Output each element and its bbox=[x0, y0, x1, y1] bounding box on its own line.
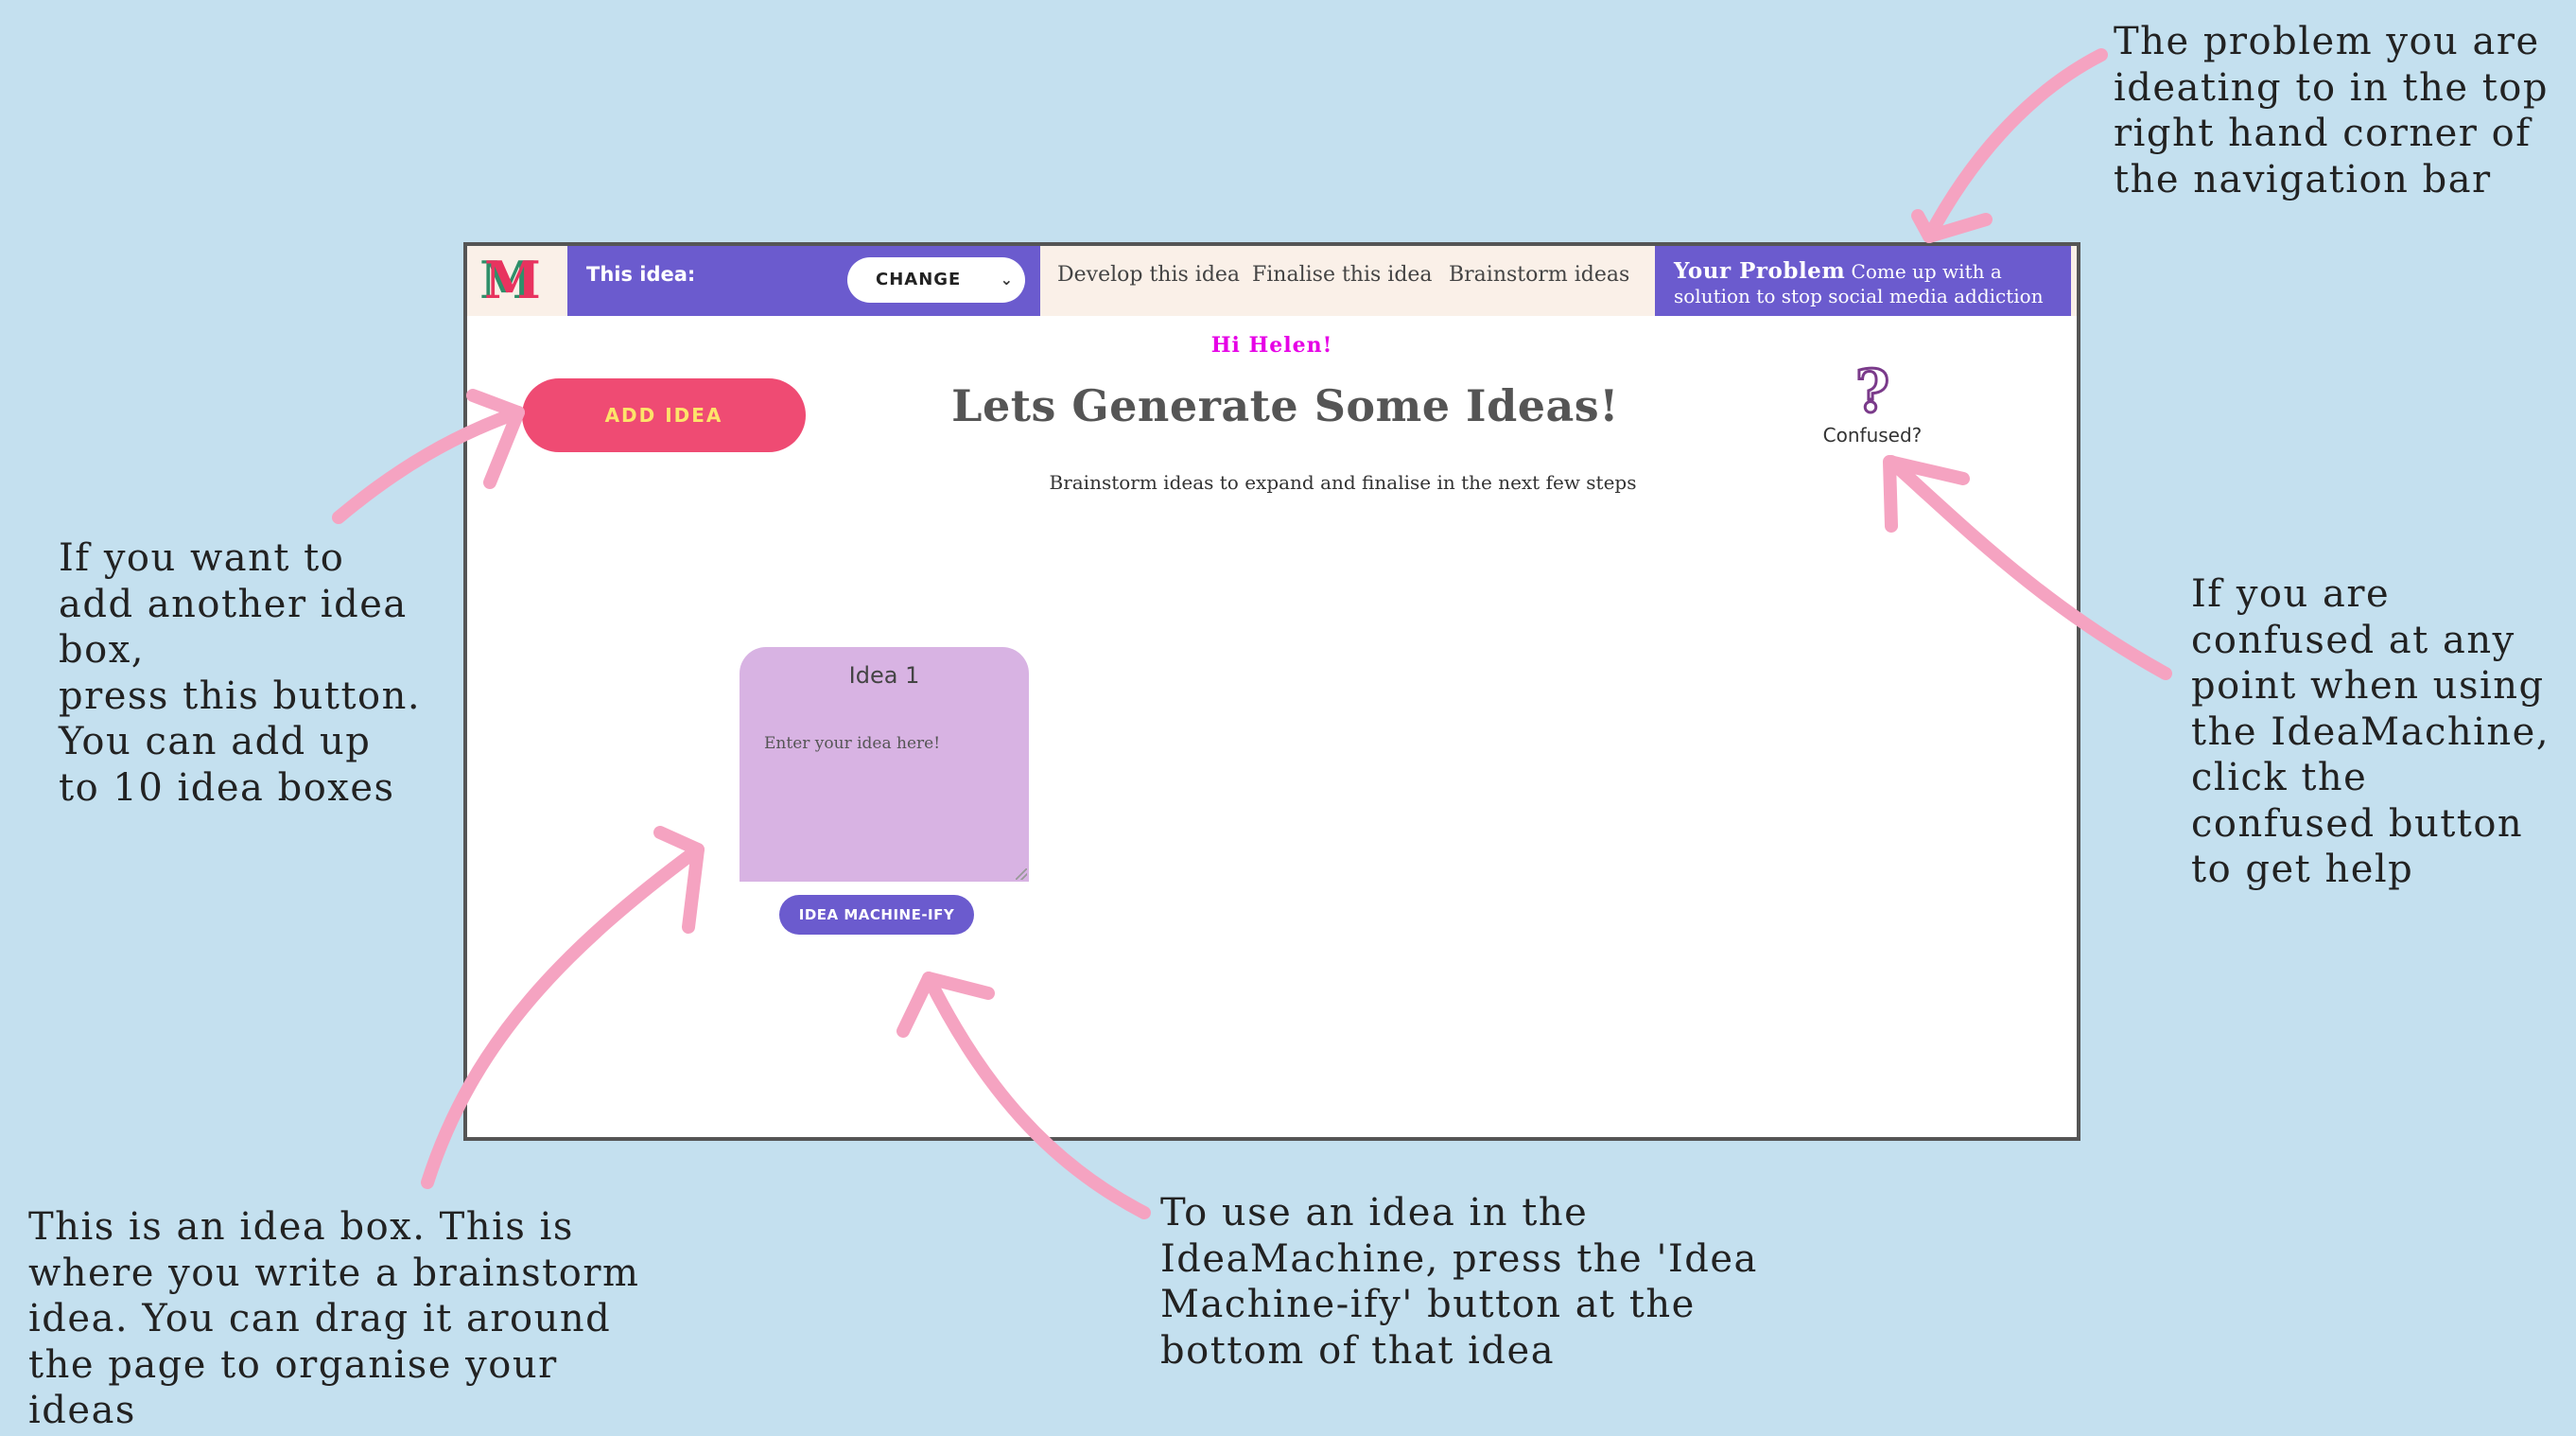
chevron-down-icon: ⌄ bbox=[1000, 271, 1014, 289]
page-subtitle: Brainstorm ideas to expand and finalise … bbox=[1049, 471, 1637, 494]
greeting: Hi Helen! bbox=[1210, 333, 1333, 358]
idea-text-input[interactable]: Enter your idea here! bbox=[764, 734, 940, 753]
nav-finalise-idea[interactable]: Finalise this idea bbox=[1252, 263, 1433, 287]
problem-label: Your Problem bbox=[1674, 258, 1846, 284]
annotation-ify-button: To use an idea in the IdeaMachine, press… bbox=[1160, 1191, 1758, 1373]
confused-label: Confused? bbox=[1822, 424, 1923, 447]
question-mark-icon: ? bbox=[1854, 357, 1890, 426]
annotation-idea-box: This is an idea box. This is where you w… bbox=[28, 1205, 640, 1432]
arrow-to-problem-head bbox=[1911, 209, 1993, 243]
resize-handle[interactable] bbox=[1016, 868, 1027, 880]
idea-box[interactable]: Idea 1 Enter your idea here! bbox=[740, 647, 1029, 882]
change-idea-select[interactable]: CHANGE ⌄ bbox=[847, 257, 1025, 303]
nav-develop-idea[interactable]: Develop this idea bbox=[1057, 263, 1240, 287]
add-idea-button[interactable]: ADD IDEA bbox=[522, 378, 806, 452]
idea-title: Idea 1 bbox=[848, 662, 920, 689]
idea-machine-ify-button[interactable]: IDEA MACHINE-IFY bbox=[779, 895, 974, 935]
problem-statement: Your Problem Come up with a solution to … bbox=[1655, 246, 2071, 316]
arrow-to-problem bbox=[1923, 48, 2108, 243]
idea-selector: This idea: CHANGE ⌄ bbox=[567, 246, 1040, 316]
annotation-problem: The problem you are ideating to in the t… bbox=[2114, 20, 2549, 201]
nav-brainstorm-ideas[interactable]: Brainstorm ideas bbox=[1449, 263, 1629, 287]
annotation-confused: If you are confused at any point when us… bbox=[2191, 572, 2550, 891]
this-idea-label: This idea: bbox=[586, 263, 696, 286]
navigation-bar: M This idea: CHANGE ⌄ Develop this idea … bbox=[467, 246, 2077, 316]
app-screenshot: M This idea: CHANGE ⌄ Develop this idea … bbox=[463, 242, 2080, 1141]
change-select-value: CHANGE bbox=[876, 270, 962, 289]
logo[interactable]: M bbox=[475, 252, 550, 308]
annotation-add-idea: If you want to add another idea box, pre… bbox=[59, 536, 422, 810]
page-title: Lets Generate Some Ideas! bbox=[951, 380, 1619, 431]
confused-button[interactable]: ? Confused? bbox=[1799, 357, 1946, 447]
